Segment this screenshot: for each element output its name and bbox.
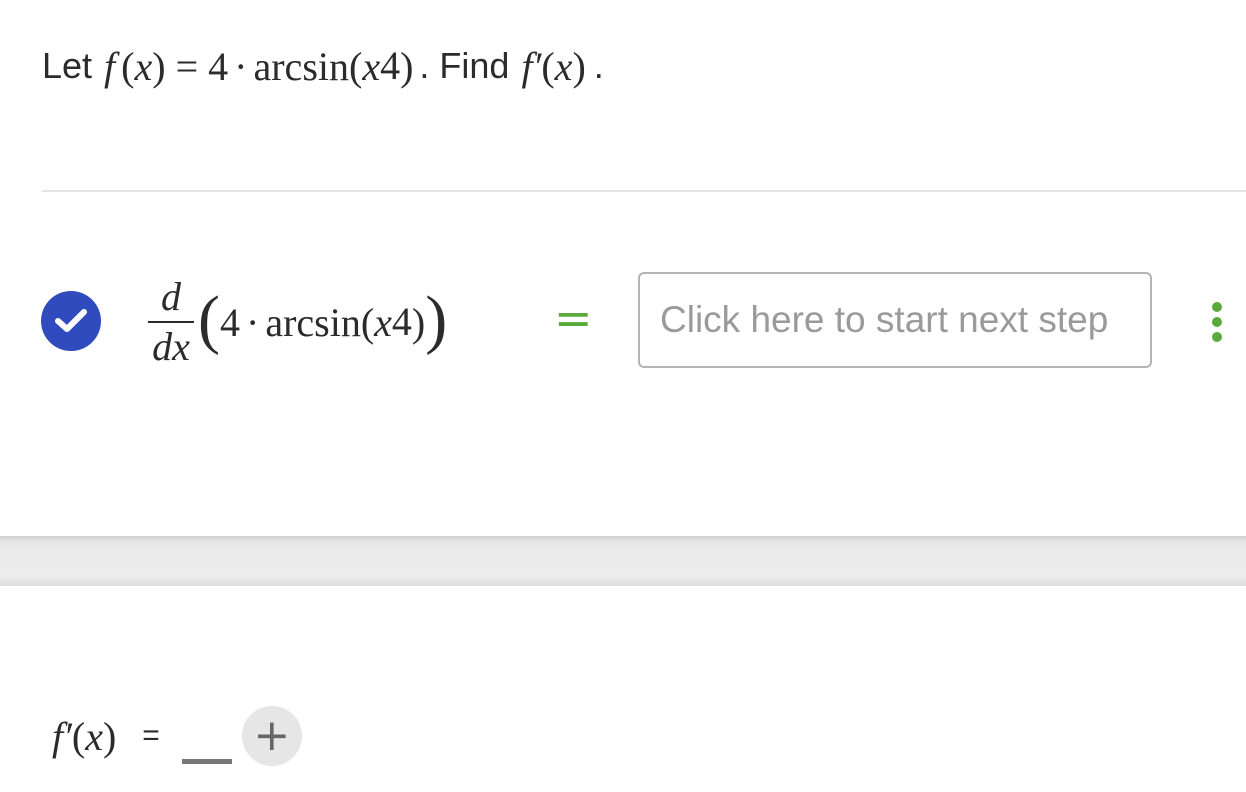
step-equals-sign: =	[554, 291, 593, 345]
panel-separator	[0, 536, 1246, 586]
problem-lead: Let	[42, 45, 93, 86]
check-icon	[41, 291, 101, 351]
step-dot: ·	[245, 299, 260, 345]
step-coefficient: 4	[219, 299, 240, 345]
problem-coefficient: 4	[208, 43, 229, 89]
answer-derivative-arg: x	[85, 713, 103, 759]
step-trig-fn: arcsin	[265, 299, 361, 345]
problem-dot: ·	[234, 43, 248, 89]
answer-equals: =	[142, 719, 160, 752]
problem-equals: =	[175, 43, 199, 89]
answer-input[interactable]	[181, 716, 232, 764]
step-expression: d dx ( 4 · arcsin (x 4))	[148, 272, 447, 372]
add-button[interactable]: +	[241, 706, 302, 766]
function-name: f	[104, 43, 116, 89]
answer-row: f′ (x) = +	[52, 700, 302, 772]
section-divider	[42, 190, 1246, 192]
problem-trig-fn: arcsin	[253, 43, 349, 89]
answer-derivative-name: f′	[52, 713, 72, 759]
derivative-operator: d dx	[148, 277, 194, 367]
function-arg: x	[134, 43, 153, 89]
kebab-menu-icon[interactable]	[1206, 302, 1228, 342]
derivative-name: f′	[521, 43, 542, 89]
problem-statement: Let f (x) = 4 · arcsin (x 4) . Find f′ (x…	[42, 43, 604, 89]
step-base: x	[374, 299, 392, 345]
derivative-numerator: d	[161, 274, 181, 319]
problem-base: x	[362, 43, 381, 89]
next-step-input[interactable]: Click here to start next step	[638, 272, 1152, 368]
find-label: . Find	[419, 45, 510, 86]
derivative-denominator: dx	[152, 324, 190, 369]
problem-period: .	[593, 45, 604, 86]
derivative-arg: x	[554, 43, 573, 89]
